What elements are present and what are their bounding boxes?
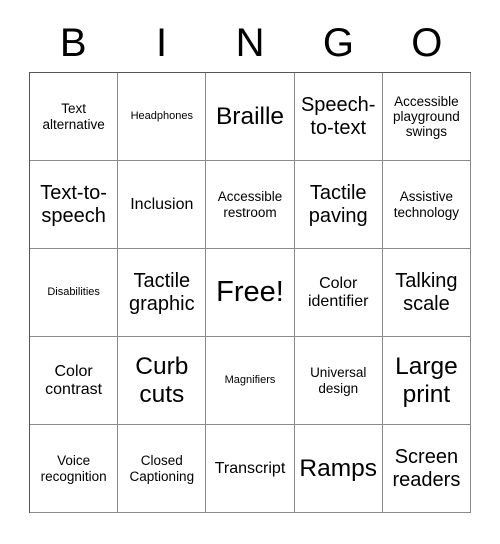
bingo-cell[interactable]: Color identifier — [294, 249, 383, 337]
bingo-cell-label: Assistive technology — [393, 189, 460, 220]
bingo-cell[interactable]: Inclusion — [118, 161, 207, 249]
bingo-cell-label: Disabilities — [47, 286, 100, 299]
bingo-cell-label: Accessible playground swings — [393, 93, 460, 140]
bingo-cell-label: Voice recognition — [40, 453, 107, 484]
bingo-cell[interactable]: Transcript — [206, 425, 295, 513]
bingo-cell[interactable]: Color contrast — [30, 337, 119, 425]
bingo-row: Disabilities Tactile graphic Free! Color… — [30, 249, 472, 337]
bingo-cell-label: Headphones — [130, 110, 193, 123]
bingo-cell-label: Talking scale — [395, 270, 458, 315]
bingo-cell[interactable]: Magnifiers — [206, 337, 295, 425]
bingo-cell[interactable]: Screen readers — [382, 425, 472, 513]
bingo-cell-label: Screen readers — [392, 446, 461, 491]
bingo-cell[interactable]: Text-to-speech — [30, 161, 119, 249]
bingo-header-letter-i: I — [156, 21, 168, 65]
bingo-row: Color contrast Curb cuts Magnifiers Univ… — [30, 337, 472, 425]
bingo-cell[interactable]: Disabilities — [30, 249, 119, 337]
bingo-row: Text-to-speech Inclusion Accessible rest… — [30, 161, 472, 249]
bingo-cell-label: Speech-to-text — [300, 94, 376, 139]
bingo-cell[interactable]: Closed Captioning — [118, 425, 207, 513]
bingo-cell-label: Tactile paving — [308, 182, 368, 227]
bingo-header-letter-g: G — [322, 21, 354, 65]
bingo-cell[interactable]: Headphones — [118, 73, 207, 161]
bingo-cell[interactable]: Tactile paving — [294, 161, 383, 249]
bingo-cell[interactable]: Accessible playground swings — [382, 73, 472, 161]
bingo-cell-label: Closed Captioning — [129, 453, 195, 484]
bingo-cell-free-space[interactable]: Free! — [206, 249, 295, 337]
bingo-cell-label: Transcript — [214, 459, 286, 477]
bingo-cell-label: Tactile graphic — [129, 270, 195, 315]
bingo-cell-label: Accessible restroom — [217, 189, 283, 220]
bingo-cell-label: Universal design — [310, 365, 367, 396]
bingo-card: B I N G O Text alternative Headphones Br… — [29, 0, 472, 513]
bingo-cell-label: Color contrast — [45, 362, 103, 398]
bingo-header-letter-n: N — [235, 21, 265, 65]
bingo-cell[interactable]: Universal design — [294, 337, 383, 425]
bingo-cell-label: Curb cuts — [135, 353, 189, 408]
bingo-cell[interactable]: Assistive technology — [382, 161, 472, 249]
bingo-cell[interactable]: Large print — [382, 337, 472, 425]
bingo-cell-label: Braille — [215, 102, 285, 130]
bingo-grid: Text alternative Headphones Braille Spee… — [29, 72, 472, 513]
bingo-cell[interactable]: Voice recognition — [30, 425, 119, 513]
bingo-cell-label: Inclusion — [130, 195, 194, 213]
bingo-cell[interactable]: Tactile graphic — [118, 249, 207, 337]
bingo-cell-label: Text-to-speech — [40, 182, 107, 227]
bingo-cell[interactable]: Curb cuts — [118, 337, 207, 425]
bingo-cell[interactable]: Accessible restroom — [206, 161, 295, 249]
bingo-cell-label: Color identifier — [307, 274, 369, 310]
bingo-cell[interactable]: Braille — [206, 73, 295, 161]
bingo-row: Text alternative Headphones Braille Spee… — [30, 73, 472, 161]
bingo-cell-label: Free! — [216, 276, 284, 309]
bingo-cell[interactable]: Ramps — [294, 425, 383, 513]
bingo-header-letter-o: O — [411, 21, 443, 65]
bingo-header-row: B I N G O — [29, 0, 471, 72]
bingo-cell-label: Magnifiers — [224, 374, 276, 387]
bingo-cell[interactable]: Text alternative — [30, 73, 119, 161]
bingo-cell[interactable]: Speech-to-text — [294, 73, 383, 161]
bingo-cell-label: Large print — [395, 353, 458, 408]
bingo-header-letter-b: B — [59, 21, 87, 65]
bingo-cell-label: Text alternative — [42, 101, 105, 132]
bingo-row: Voice recognition Closed Captioning Tran… — [30, 425, 472, 513]
bingo-cell[interactable]: Talking scale — [382, 249, 472, 337]
bingo-cell-label: Ramps — [299, 454, 378, 482]
